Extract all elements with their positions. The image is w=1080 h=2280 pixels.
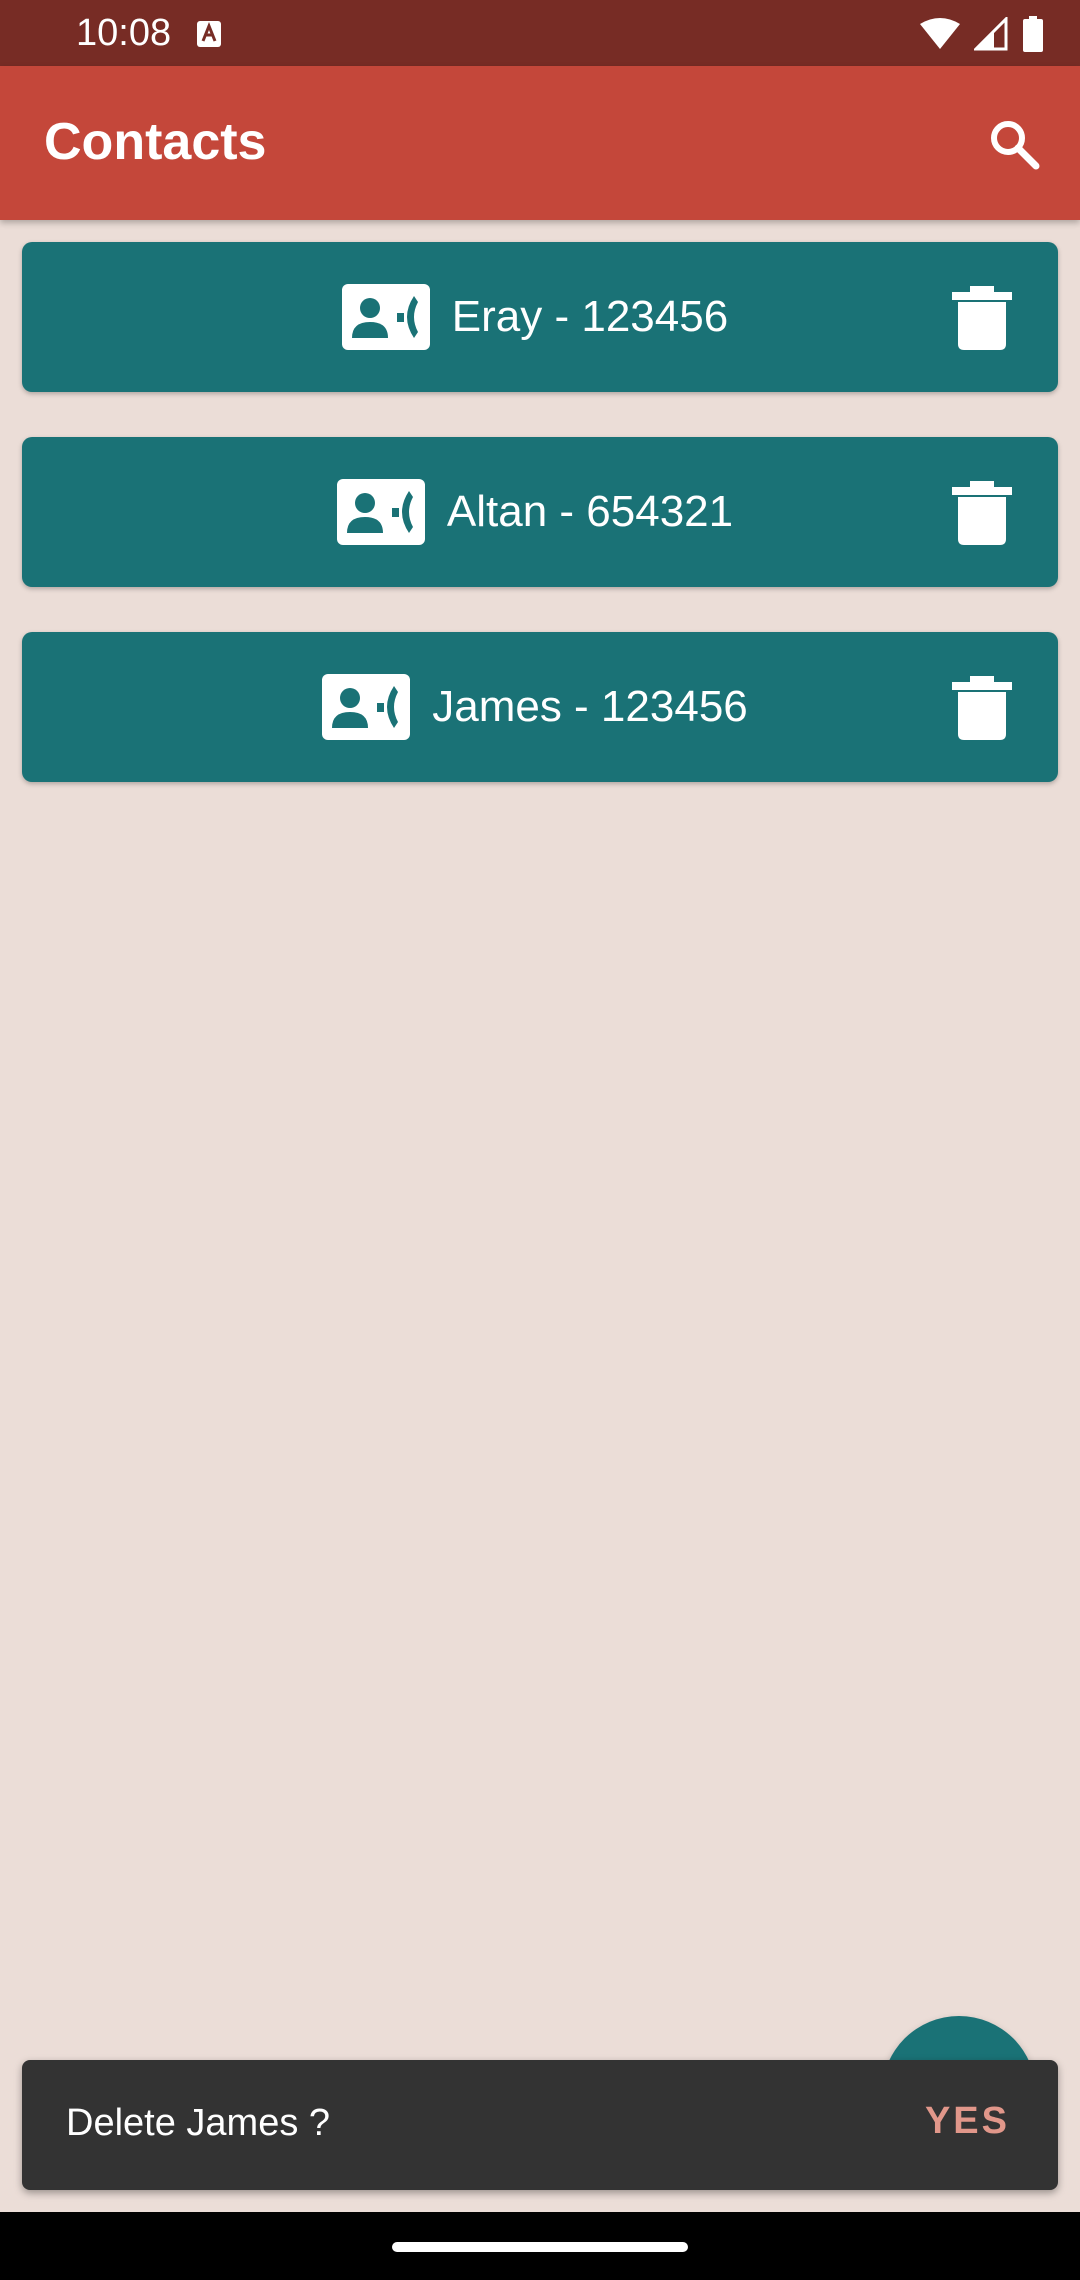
status-icons [920, 15, 1044, 57]
trash-icon[interactable] [950, 479, 1014, 547]
snackbar-yes-button[interactable]: YES [925, 2100, 1010, 2143]
trash-icon[interactable] [950, 674, 1014, 742]
status-bar: 10:08 [0, 0, 1080, 66]
trash-icon[interactable] [950, 284, 1014, 352]
app-bar: Contacts [0, 66, 1080, 220]
navigation-bar [0, 2212, 1080, 2280]
page-title: Contacts [44, 113, 267, 171]
contact-phone-icon [322, 674, 411, 740]
status-time: 10:08 [76, 12, 172, 54]
contact-phone-icon [341, 284, 430, 350]
signal-icon [972, 15, 1008, 56]
contact-card[interactable]: James - 123456 [22, 632, 1058, 782]
contact-label: Altan - 654321 [446, 487, 734, 536]
contact-label: James - 123456 [432, 682, 748, 731]
contact-card[interactable]: Eray - 123456 [22, 242, 1058, 392]
battery-icon [1022, 16, 1044, 57]
contact-label: Eray - 123456 [451, 292, 729, 341]
search-icon [991, 121, 1040, 170]
snackbar: Delete James ? YES [22, 2060, 1058, 2190]
snackbar-message: Delete James ? [66, 2102, 331, 2144]
wifi-icon [920, 18, 960, 55]
keyboard-a-icon [196, 20, 222, 53]
contact-card[interactable]: Altan - 654321 [22, 437, 1058, 587]
contact-phone-icon [336, 479, 425, 545]
search-button[interactable] [984, 114, 1044, 174]
home-handle[interactable] [392, 2242, 688, 2252]
